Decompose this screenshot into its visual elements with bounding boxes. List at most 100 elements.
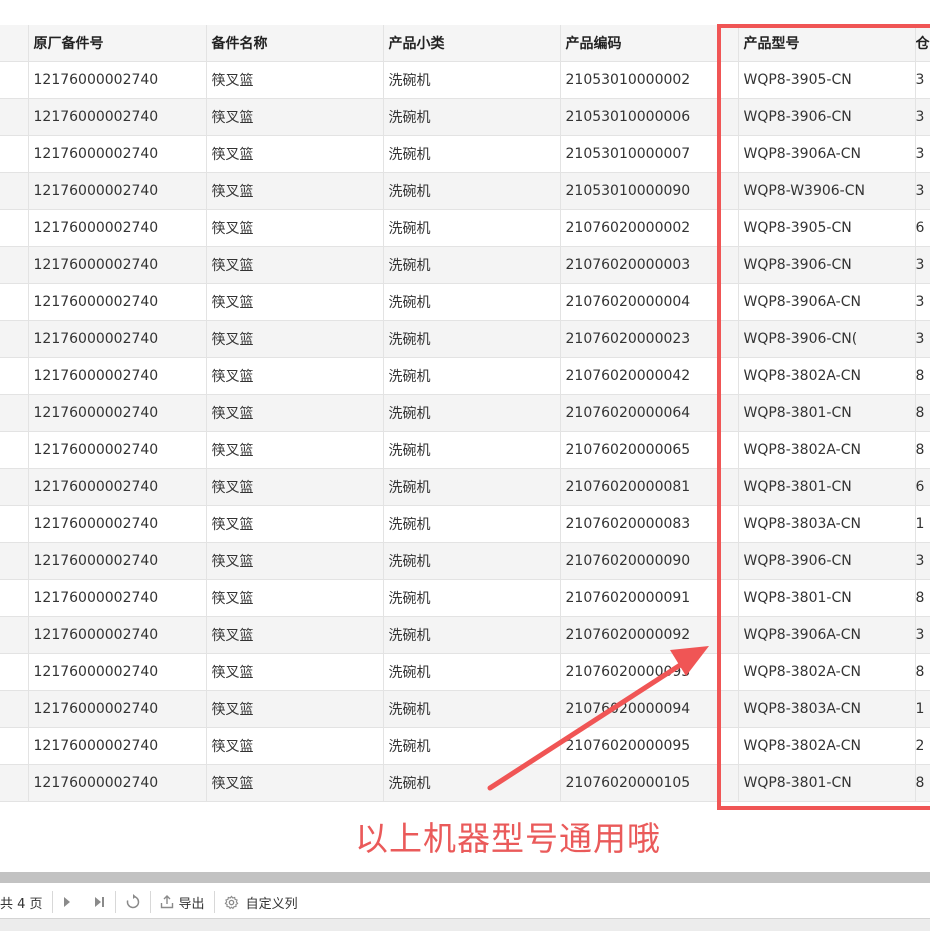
table-row[interactable]: 12176000002740 筷叉篮 洗碗机 21053010000006 WQP8-3… [0, 98, 930, 136]
table-row[interactable]: 12176000002740 筷叉篮 洗碗机 21076020000094 WQP8-3… [0, 690, 930, 728]
cutoff-cell: 1 [915, 690, 930, 728]
header-product-code[interactable]: 产品编码 [560, 25, 721, 62]
custom-columns-label: 自定义列 [245, 896, 298, 912]
original-part-no-cell: 12176000002740 [28, 690, 207, 728]
row-cell-hidden [0, 690, 29, 728]
table-row[interactable]: 12176000002740 筷叉篮 洗碗机 21076020000095 WQP8-3… [0, 727, 930, 765]
header-product-model[interactable]: 产品型号 [738, 25, 916, 62]
row-cell-spacer [720, 357, 739, 395]
separator [213, 891, 215, 913]
table-row[interactable]: 12176000002740 筷叉篮 洗碗机 21076020000093 WQP8-3… [0, 653, 930, 691]
next-page-button[interactable] [62, 886, 72, 918]
product-model-cell: WQP8-W3906-CN [738, 172, 916, 210]
table-row[interactable]: 12176000002740 筷叉篮 洗碗机 21076020000083 WQP8-3… [0, 505, 930, 543]
cutoff-cell: 1 [915, 505, 930, 543]
cutoff-cell: 8 [915, 653, 930, 691]
part-name-cell: 筷叉篮 [206, 764, 384, 802]
original-part-no-cell: 12176000002740 [28, 616, 207, 654]
part-name-cell: 筷叉篮 [206, 653, 384, 691]
table-row[interactable]: 12176000002740 筷叉篮 洗碗机 21076020000081 WQP8-3… [0, 468, 930, 506]
original-part-no-cell: 12176000002740 [28, 209, 207, 247]
product-model-cell: WQP8-3906A-CN [738, 283, 916, 321]
row-cell-spacer [720, 246, 739, 284]
row-cell-hidden [0, 209, 29, 247]
row-cell-spacer [720, 542, 739, 580]
product-subcategory-cell: 洗碗机 [383, 431, 561, 469]
product-model-cell: WQP8-3906-CN [738, 542, 916, 580]
product-code-cell: 21053010000006 [560, 98, 721, 136]
row-cell-spacer [720, 579, 739, 617]
original-part-no-cell: 12176000002740 [28, 61, 207, 99]
table-row[interactable]: 12176000002740 筷叉篮 洗碗机 21076020000023 WQP8-3… [0, 320, 930, 358]
header-cell-cutoff[interactable]: 仓 [915, 25, 930, 62]
table-row[interactable]: 12176000002740 筷叉篮 洗碗机 21076020000064 WQP8-3… [0, 394, 930, 432]
export-button[interactable]: 导出 [160, 886, 205, 918]
cutoff-cell: 3 [915, 616, 930, 654]
cutoff-cell: 8 [915, 764, 930, 802]
separator [149, 891, 151, 913]
original-part-no-cell: 12176000002740 [28, 283, 207, 321]
refresh-button[interactable] [125, 886, 141, 918]
table-row[interactable]: 12176000002740 筷叉篮 洗碗机 21076020000105 WQP8-3… [0, 764, 930, 802]
table-row[interactable]: 12176000002740 筷叉篮 洗碗机 21053010000090 WQP8-W… [0, 172, 930, 210]
product-subcategory-cell: 洗碗机 [383, 653, 561, 691]
product-model-cell: WQP8-3801-CN [738, 579, 916, 617]
original-part-no-cell: 12176000002740 [28, 98, 207, 136]
product-model-cell: WQP8-3801-CN [738, 468, 916, 506]
row-cell-hidden [0, 98, 29, 136]
table-row[interactable]: 12176000002740 筷叉篮 洗碗机 21076020000042 WQP8-3… [0, 357, 930, 395]
row-cell-hidden [0, 579, 29, 617]
table-row[interactable]: 12176000002740 筷叉篮 洗碗机 21076020000004 WQP8-3… [0, 283, 930, 321]
table-row[interactable]: 12176000002740 筷叉篮 洗碗机 21076020000090 WQP8-3… [0, 542, 930, 580]
part-name-cell: 筷叉篮 [206, 468, 384, 506]
table-row[interactable]: 12176000002740 筷叉篮 洗碗机 21053010000007 WQP8-3… [0, 135, 930, 173]
original-part-no-cell: 12176000002740 [28, 764, 207, 802]
part-name-cell: 筷叉篮 [206, 172, 384, 210]
row-cell-spacer [720, 209, 739, 247]
product-model-cell: WQP8-3801-CN [738, 394, 916, 432]
last-page-icon [94, 897, 104, 907]
next-page-icon [63, 897, 70, 907]
product-model-cell: WQP8-3802A-CN [738, 653, 916, 691]
row-cell-spacer [720, 616, 739, 654]
product-code-cell: 21053010000090 [560, 172, 721, 210]
last-page-button[interactable] [94, 886, 106, 918]
product-subcategory-cell: 洗碗机 [383, 505, 561, 543]
original-part-no-cell: 12176000002740 [28, 727, 207, 765]
product-subcategory-cell: 洗碗机 [383, 320, 561, 358]
horizontal-scrollbar[interactable] [0, 872, 930, 883]
product-model-cell: WQP8-3906-CN [738, 246, 916, 284]
product-model-cell: WQP8-3803A-CN [738, 505, 916, 543]
table-row[interactable]: 12176000002740 筷叉篮 洗碗机 21053010000002 WQP8-3… [0, 61, 930, 99]
table-body: 12176000002740 筷叉篮 洗碗机 21053010000002 WQP8-3… [0, 61, 930, 802]
table-row[interactable]: 12176000002740 筷叉篮 洗碗机 21076020000065 WQP8-3… [0, 431, 930, 469]
product-code-cell: 21076020000003 [560, 246, 721, 284]
header-part-name[interactable]: 备件名称 [206, 25, 384, 62]
original-part-no-cell: 12176000002740 [28, 320, 207, 358]
cutoff-cell: 3 [915, 542, 930, 580]
row-cell-hidden [0, 357, 29, 395]
part-name-cell: 筷叉篮 [206, 616, 384, 654]
row-cell-hidden [0, 542, 29, 580]
header-original-part-no[interactable]: 原厂备件号 [28, 25, 207, 62]
table-row[interactable]: 12176000002740 筷叉篮 洗碗机 21076020000003 WQP8-3… [0, 246, 930, 284]
cutoff-cell: 6 [915, 209, 930, 247]
custom-columns-button[interactable]: 自定义列 [224, 886, 298, 918]
product-subcategory-cell: 洗碗机 [383, 764, 561, 802]
cutoff-cell: 8 [915, 394, 930, 432]
parts-table: 原厂备件号 备件名称 产品小类 产品编码 产品型号 仓 121760000027… [0, 25, 930, 802]
product-code-cell: 21076020000094 [560, 690, 721, 728]
pagination-toolbar: 共 4 页 导出 自定义列 [0, 886, 930, 918]
product-code-cell: 21076020000065 [560, 431, 721, 469]
product-subcategory-cell: 洗碗机 [383, 283, 561, 321]
part-name-cell: 筷叉篮 [206, 542, 384, 580]
table-row[interactable]: 12176000002740 筷叉篮 洗碗机 21076020000092 WQP8-3… [0, 616, 930, 654]
row-cell-hidden [0, 172, 29, 210]
table-row[interactable]: 12176000002740 筷叉篮 洗碗机 21076020000002 WQP8-3… [0, 209, 930, 247]
row-cell-spacer [720, 690, 739, 728]
table-row[interactable]: 12176000002740 筷叉篮 洗碗机 21076020000091 WQP8-3… [0, 579, 930, 617]
product-subcategory-cell: 洗碗机 [383, 394, 561, 432]
part-name-cell: 筷叉篮 [206, 579, 384, 617]
row-cell-hidden [0, 468, 29, 506]
header-product-subcategory[interactable]: 产品小类 [383, 25, 561, 62]
